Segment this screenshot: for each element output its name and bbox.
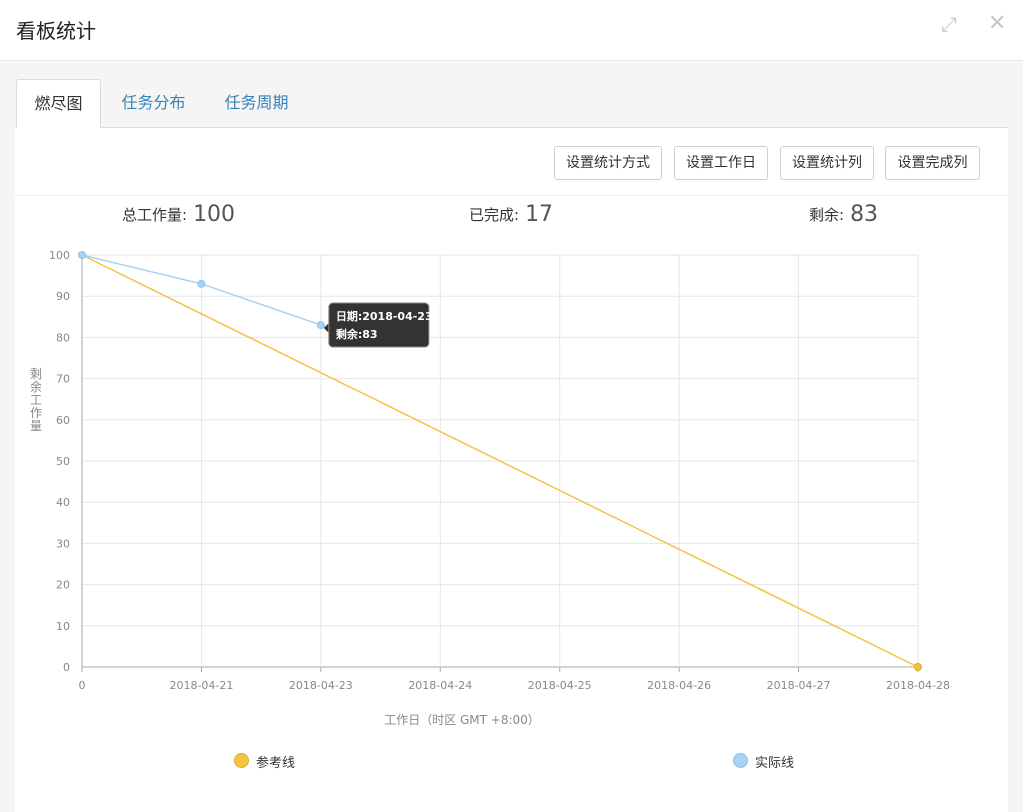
tab-task-distribution[interactable]: 任务分布 xyxy=(111,79,196,128)
stat-total: 总工作量: 100 xyxy=(122,202,235,227)
legend-reference-swatch[interactable] xyxy=(234,753,249,768)
dialog-content: 燃尽图 任务分布 任务周期 设置统计方式 设置工作日 设置统计列 设置完成列 总… xyxy=(0,62,1023,812)
stat-done: 已完成: 17 xyxy=(469,202,553,227)
stat-total-value: 100 xyxy=(193,202,236,227)
set-stat-column-button[interactable]: 设置统计列 xyxy=(780,146,874,180)
set-stat-method-button[interactable]: 设置统计方式 xyxy=(554,146,662,180)
stat-done-label: 已完成: xyxy=(469,206,520,224)
stat-done-value: 17 xyxy=(525,202,554,227)
stat-remaining-label: 剩余: xyxy=(809,206,845,224)
burndown-panel: 设置统计方式 设置工作日 设置统计列 设置完成列 总工作量: 100 已完成: 17… xyxy=(15,127,1008,812)
expand-arrows-icon[interactable]: ⤢ xyxy=(941,14,957,34)
legend-actual-swatch[interactable] xyxy=(733,753,748,768)
stat-total-label: 总工作量: xyxy=(122,206,188,224)
close-icon[interactable]: ✕ xyxy=(988,13,1006,35)
set-done-column-button[interactable]: 设置完成列 xyxy=(885,146,980,180)
tab-burndown[interactable]: 燃尽图 xyxy=(16,79,101,128)
stat-remaining-value: 83 xyxy=(850,202,879,227)
dialog-title: 看板统计 xyxy=(16,19,96,43)
legend-reference-label[interactable]: 参考线 xyxy=(256,752,295,771)
set-workday-button[interactable]: 设置工作日 xyxy=(674,146,768,180)
legend-actual-label[interactable]: 实际线 xyxy=(755,752,794,771)
stat-remaining: 剩余: 83 xyxy=(809,202,878,227)
toolbar: 设置统计方式 设置工作日 设置统计列 设置完成列 xyxy=(15,128,1008,196)
dialog-header: 看板统计 ⤢ ✕ xyxy=(0,0,1023,61)
tab-task-cycle[interactable]: 任务周期 xyxy=(214,79,299,128)
